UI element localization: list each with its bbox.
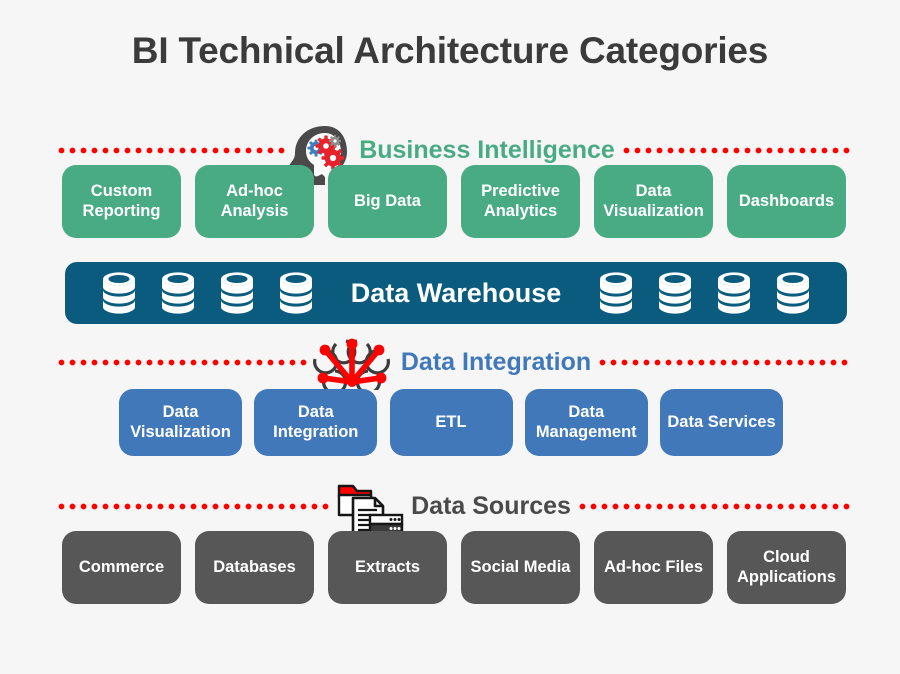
data-warehouse-bar[interactable]: Data Warehouse [65, 262, 847, 324]
dotted-line-right-ds [576, 502, 851, 510]
layer-boxes-business-intelligence: Custom Reporting Ad-hoc Analysis Big Dat… [62, 165, 846, 238]
database-cylinder-icon [218, 271, 256, 316]
dotted-line-left-ds [56, 502, 330, 510]
separator-business-intelligence: Business Intelligence [56, 126, 851, 185]
box-cloud-applications[interactable]: Cloud Applications [727, 531, 846, 604]
layer-label-business-intelligence: Business Intelligence [359, 135, 615, 164]
dotted-line-right-bi [620, 146, 851, 154]
box-data-management[interactable]: Data Management [524, 389, 648, 456]
database-cylinder-icon [774, 271, 812, 316]
database-cylinder-icon [715, 271, 753, 316]
box-data-integration-di[interactable]: Data Integration [254, 389, 378, 456]
box-databases[interactable]: Databases [195, 531, 314, 604]
box-data-services[interactable]: Data Services [660, 389, 783, 456]
box-dashboards[interactable]: Dashboards [727, 165, 846, 238]
box-ad-hoc-analysis[interactable]: Ad-hoc Analysis [195, 165, 314, 238]
database-cylinder-icon [159, 271, 197, 316]
box-social-media[interactable]: Social Media [461, 531, 580, 604]
box-predictive-analytics[interactable]: Predictive Analytics [461, 165, 580, 238]
layer-boxes-data-integration: Data Visualization Data Integration ETL … [119, 389, 783, 456]
dotted-line-left-di [56, 358, 309, 366]
diagram-canvas: BI Technical Architecture Categories Bus… [0, 0, 900, 674]
dotted-line-left-bi [56, 146, 286, 154]
page-title: BI Technical Architecture Categories [131, 30, 769, 71]
database-cylinder-icon [100, 271, 138, 316]
layer-boxes-data-sources: Commerce Databases Extracts Social Media… [62, 531, 846, 604]
box-big-data[interactable]: Big Data [328, 165, 447, 238]
box-data-visualization[interactable]: Data Visualization [594, 165, 713, 238]
box-ad-hoc-files[interactable]: Ad-hoc Files [594, 531, 713, 604]
layer-label-data-warehouse: Data Warehouse [350, 277, 562, 308]
box-custom-reporting[interactable]: Custom Reporting [62, 165, 181, 238]
database-cylinder-icon [597, 271, 635, 316]
box-data-visualization-di[interactable]: Data Visualization [119, 389, 242, 456]
box-extracts[interactable]: Extracts [328, 531, 447, 604]
database-cylinder-icon [277, 271, 315, 316]
layer-label-data-sources: Data Sources [411, 491, 571, 520]
separator-data-sources: Data Sources [56, 484, 851, 544]
separator-data-integration: Data Integration [56, 338, 851, 390]
database-group-left [100, 271, 315, 316]
box-commerce[interactable]: Commerce [62, 531, 181, 604]
layer-label-data-integration: Data Integration [400, 347, 592, 376]
dotted-line-right-di [597, 358, 851, 366]
network-hub-icon [309, 334, 395, 390]
database-cylinder-icon [656, 271, 694, 316]
database-group-right [597, 271, 812, 316]
box-etl[interactable]: ETL [389, 389, 513, 456]
